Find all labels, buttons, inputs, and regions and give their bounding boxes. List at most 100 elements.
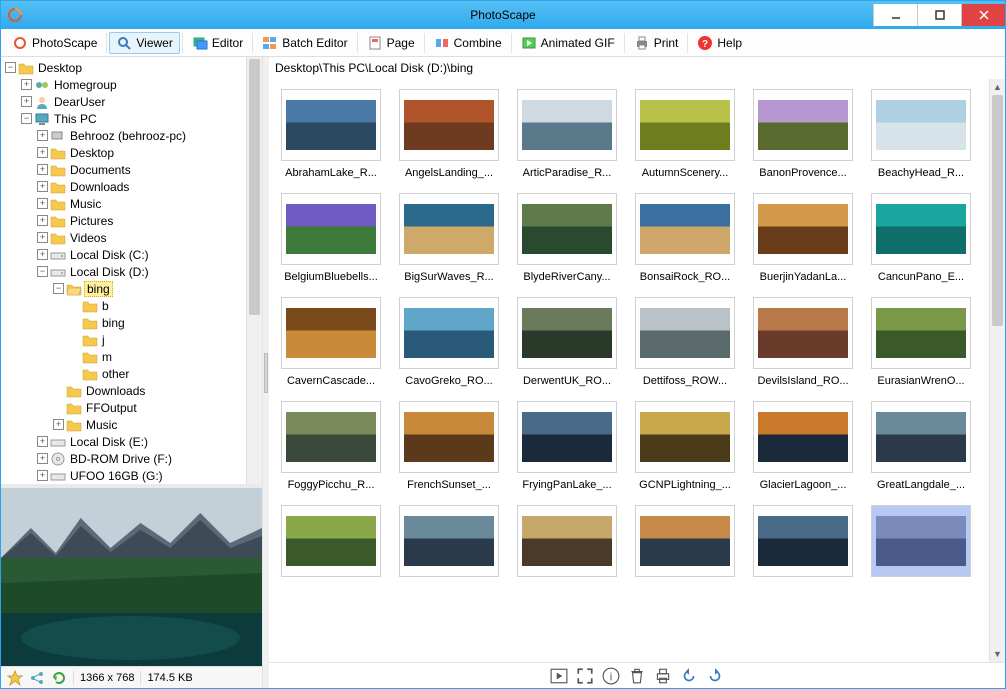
- expand-icon[interactable]: +: [37, 436, 48, 447]
- rotate-left-icon[interactable]: [680, 667, 698, 685]
- tree-node-downloads[interactable]: +Downloads: [37, 178, 246, 195]
- close-button[interactable]: [961, 4, 1005, 26]
- tree-node-pictures[interactable]: +Pictures: [37, 212, 246, 229]
- tree-node-behrooz[interactable]: +Behrooz (behrooz-pc): [37, 127, 246, 144]
- tab-print[interactable]: Print: [627, 32, 686, 54]
- thumbnail-item[interactable]: [635, 505, 735, 583]
- tree-node-other[interactable]: other: [69, 365, 246, 382]
- tree-node-desktop[interactable]: −Desktop: [5, 59, 246, 76]
- preview-image[interactable]: [1, 488, 262, 666]
- scroll-down-button[interactable]: ▼: [990, 646, 1005, 662]
- collapse-icon[interactable]: −: [37, 266, 48, 277]
- slideshow-icon[interactable]: [550, 667, 568, 685]
- maximize-button[interactable]: [917, 4, 961, 26]
- tab-animated-gif[interactable]: Animated GIF: [514, 32, 622, 54]
- expand-icon[interactable]: +: [21, 96, 32, 107]
- tree-node-j[interactable]: j: [69, 331, 246, 348]
- tab-batch-editor[interactable]: Batch Editor: [255, 32, 354, 54]
- tree-node-music[interactable]: +Music: [37, 195, 246, 212]
- thumbnail-item[interactable]: DevilsIsland_RO...: [753, 297, 853, 387]
- thumbnail-item[interactable]: FoggyPicchu_R...: [281, 401, 381, 491]
- tree-node-downloads2[interactable]: Downloads: [53, 382, 246, 399]
- thumbnail-item[interactable]: BuerjinYadanLa...: [753, 193, 853, 283]
- tree-node-ufoo[interactable]: +UFOO 16GB (G:): [37, 467, 246, 484]
- expand-icon[interactable]: +: [37, 249, 48, 260]
- thumbnail-item[interactable]: [871, 505, 971, 583]
- thumbnail-item[interactable]: BeachyHead_R...: [871, 89, 971, 179]
- thumbnail-item[interactable]: GCNPLightning_...: [635, 401, 735, 491]
- tree-node-ffoutput[interactable]: FFOutput: [53, 399, 246, 416]
- tree-node-bing[interactable]: −bing: [53, 280, 246, 297]
- thumbnail-item[interactable]: [517, 505, 617, 583]
- scrollbar-track[interactable]: [990, 95, 1005, 646]
- favorite-icon[interactable]: [7, 670, 23, 686]
- print-icon[interactable]: [654, 667, 672, 685]
- expand-icon[interactable]: +: [37, 470, 48, 481]
- tab-photoscape[interactable]: PhotoScape: [5, 32, 104, 54]
- minimize-button[interactable]: [873, 4, 917, 26]
- share-icon[interactable]: [29, 670, 45, 686]
- scrollbar-thumb[interactable]: [249, 59, 260, 315]
- tree-node-localc[interactable]: +Local Disk (C:): [37, 246, 246, 263]
- collapse-icon[interactable]: −: [53, 283, 64, 294]
- thumbnail-item[interactable]: GreatLangdale_...: [871, 401, 971, 491]
- rotate-right-icon[interactable]: [706, 667, 724, 685]
- delete-icon[interactable]: [628, 667, 646, 685]
- expand-icon[interactable]: +: [37, 198, 48, 209]
- grid-scrollbar[interactable]: ▲ ▼: [989, 79, 1005, 662]
- tree-node-bdrom[interactable]: +BD-ROM Drive (F:): [37, 450, 246, 467]
- expand-icon[interactable]: +: [37, 181, 48, 192]
- thumbnail-item[interactable]: BelgiumBluebells...: [281, 193, 381, 283]
- tree-node-homegroup[interactable]: +Homegroup: [21, 76, 246, 93]
- thumbnail-item[interactable]: DerwentUK_RO...: [517, 297, 617, 387]
- tree-node-b[interactable]: b: [69, 297, 246, 314]
- thumbnail-item[interactable]: AutumnScenery...: [635, 89, 735, 179]
- collapse-icon[interactable]: −: [21, 113, 32, 124]
- tree-node-music2[interactable]: +Music: [53, 416, 246, 433]
- folder-tree[interactable]: −Desktop +Homegroup +DearUser −This PC +…: [1, 57, 246, 484]
- thumbnail-item[interactable]: AngelsLanding_...: [399, 89, 499, 179]
- tab-viewer[interactable]: Viewer: [109, 32, 179, 54]
- thumbnail-item[interactable]: FryingPanLake_...: [517, 401, 617, 491]
- thumbnail-item[interactable]: BanonProvence...: [753, 89, 853, 179]
- tree-node-dearuser[interactable]: +DearUser: [21, 93, 246, 110]
- tree-node-documents[interactable]: +Documents: [37, 161, 246, 178]
- thumbnail-item[interactable]: FrenchSunset_...: [399, 401, 499, 491]
- tree-node-desktop2[interactable]: +Desktop: [37, 144, 246, 161]
- thumbnail-item[interactable]: CavernCascade...: [281, 297, 381, 387]
- thumbnail-item[interactable]: BlydeRiverCany...: [517, 193, 617, 283]
- thumbnail-item[interactable]: [753, 505, 853, 583]
- thumbnail-grid[interactable]: AbrahamLake_R...AngelsLanding_...ArticPa…: [269, 79, 989, 662]
- thumbnail-item[interactable]: EurasianWrenO...: [871, 297, 971, 387]
- expand-icon[interactable]: +: [37, 164, 48, 175]
- thumbnail-item[interactable]: ArticParadise_R...: [517, 89, 617, 179]
- tree-node-locald[interactable]: −Local Disk (D:): [37, 263, 246, 280]
- expand-icon[interactable]: +: [37, 215, 48, 226]
- thumbnail-item[interactable]: BigSurWaves_R...: [399, 193, 499, 283]
- thumbnail-item[interactable]: CancunPano_E...: [871, 193, 971, 283]
- thumbnail-item[interactable]: CavoGreko_RO...: [399, 297, 499, 387]
- scroll-up-button[interactable]: ▲: [990, 79, 1005, 95]
- expand-icon[interactable]: +: [37, 232, 48, 243]
- tab-combine[interactable]: Combine: [427, 32, 509, 54]
- expand-icon[interactable]: +: [21, 79, 32, 90]
- tab-page[interactable]: Page: [360, 32, 422, 54]
- expand-icon[interactable]: +: [37, 453, 48, 464]
- thumbnail-item[interactable]: Dettifoss_ROW...: [635, 297, 735, 387]
- fullscreen-icon[interactable]: [576, 667, 594, 685]
- thumbnail-item[interactable]: [281, 505, 381, 583]
- tab-help[interactable]: ?Help: [690, 32, 749, 54]
- thumbnail-item[interactable]: BonsaiRock_RO...: [635, 193, 735, 283]
- thumbnail-item[interactable]: AbrahamLake_R...: [281, 89, 381, 179]
- tree-node-videos[interactable]: +Videos: [37, 229, 246, 246]
- expand-icon[interactable]: +: [37, 147, 48, 158]
- info-icon[interactable]: i: [602, 667, 620, 685]
- tree-node-bing2[interactable]: bing: [69, 314, 246, 331]
- tree-node-m[interactable]: m: [69, 348, 246, 365]
- expand-icon[interactable]: +: [37, 130, 48, 141]
- collapse-icon[interactable]: −: [5, 62, 16, 73]
- scrollbar-thumb[interactable]: [992, 95, 1003, 326]
- thumbnail-item[interactable]: [399, 505, 499, 583]
- tree-node-thispc[interactable]: −This PC: [21, 110, 246, 127]
- tree-node-locale[interactable]: +Local Disk (E:): [37, 433, 246, 450]
